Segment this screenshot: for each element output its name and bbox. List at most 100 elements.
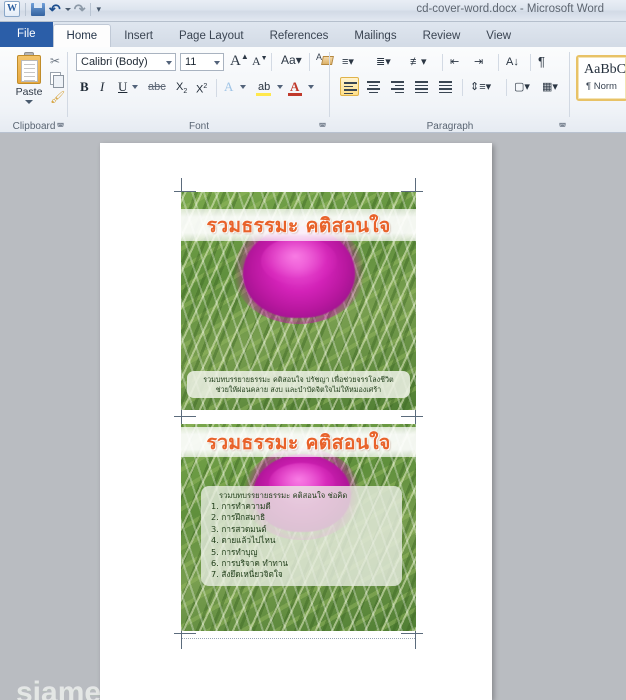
font-size-value: 11 [185,56,197,68]
cover-list-heading: รวมบทบรรยายธรรมะ คติสอนใจ ช่อคิด [219,491,348,500]
undo-dropdown-caret-icon[interactable] [64,7,71,11]
paragraph-group-label: Paragraph [426,121,474,132]
tab-references[interactable]: References [257,25,342,47]
subscript-button[interactable]: X2 [176,77,187,102]
font-name-caret-icon[interactable] [166,61,172,65]
font-color-caret-icon[interactable] [308,85,314,89]
cd-cover-image-bottom[interactable]: รวมธรรมะ คติสอนใจ รวมบทบรรยายธรรมะ คติสอ… [181,424,416,631]
strikethrough-button[interactable]: abc [148,77,166,97]
tab-mailings[interactable]: Mailings [341,25,409,47]
justify-button[interactable] [412,77,431,96]
cover-caption-line-1: รวมบทบรรยายธรรมะ คติสอนใจ ปรัชญา เพื่อช่… [203,375,394,384]
highlight-caret-icon[interactable] [277,85,283,89]
clipboard-dialog-launcher[interactable]: ◚ [56,122,65,131]
paste-button[interactable]: Paste [8,52,50,104]
ribbon: Paste ✂ 🖌 Clipboard ◚ Calibri (Body) 11 … [0,47,626,133]
numbering-button[interactable]: ≣▾ [376,54,391,70]
tab-file[interactable]: File [0,22,53,47]
font-size-caret-icon[interactable] [214,61,220,65]
list-item: 1. การทำความดี [211,501,271,511]
save-icon[interactable] [31,2,46,17]
cover-caption-box-top: รวมบทบรรยายธรรมะ คติสอนใจ ปรัชญา เพื่อช่… [187,371,410,399]
cover-list-box: รวมบทบรรยายธรรมะ คติสอนใจ ช่อคิด 1. การท… [201,486,402,586]
cut-icon[interactable]: ✂ [50,53,68,70]
redo-icon[interactable]: ↷ [74,1,86,17]
italic-button[interactable]: I [100,77,104,97]
undo-icon[interactable]: ↶ [49,1,61,17]
center-button[interactable] [364,77,383,96]
cover-title-band-bottom: รวมธรรมะ คติสอนใจ [181,427,416,457]
align-right-button[interactable] [388,77,407,96]
para-sep-2 [498,54,499,71]
tab-insert[interactable]: Insert [111,25,166,47]
cover-title-top: รวมธรรมะ คติสอนใจ [206,213,391,237]
align-left-button[interactable] [340,77,359,96]
bold-button[interactable]: B [80,77,89,97]
qat-divider [25,2,26,16]
font-sep-3 [216,79,217,97]
document-page[interactable]: รวมธรรมะ คติสอนใจ รวมบทบรรยายธรรมะ คติสอ… [100,143,492,700]
grow-font-button[interactable]: A▲ [230,52,249,70]
shading-button[interactable]: ▢▾ [514,79,530,95]
underline-caret-icon[interactable] [132,85,138,89]
title-bar: W ↶ ↷ ▾ cd-cover-word.docx - Microsoft W… [0,0,626,22]
word-application-window: W ↶ ↷ ▾ cd-cover-word.docx - Microsoft W… [0,0,626,700]
paste-dropdown-caret-icon[interactable] [25,100,33,104]
text-boundary-dotted [182,638,415,639]
sort-button[interactable]: A↓ [506,54,519,70]
font-color-swatch [288,93,302,96]
list-item: 2. การฝึกสมาธิ [211,512,266,523]
ribbon-group-paragraph: ≡▾ ≣▾ ≢▾ ⇤ ⇥ A↓ ¶ ⇕≡▾ ▢▾ ▦▾ Paragraph ◚ [330,47,570,133]
ribbon-tab-strip: File Home Insert Page Layout References … [0,22,626,47]
crop-mark-br-h [401,633,423,634]
style-preview-text: AaBbC [584,62,626,77]
cover-title-bottom: รวมธรรมะ คติสอนใจ [206,430,391,454]
paste-label: Paste [15,86,43,98]
font-name-combobox[interactable]: Calibri (Body) [76,53,176,71]
customize-qat-icon[interactable]: ▾ [96,4,101,15]
para-sep-1 [442,54,443,71]
quick-access-toolbar: W ↶ ↷ ▾ [4,1,101,17]
crop-mark-bl-h [174,633,196,634]
paste-icon [14,52,44,85]
font-name-value: Calibri (Body) [81,56,148,68]
line-spacing-button[interactable]: ⇕≡▾ [470,79,491,95]
underline-button[interactable]: U [118,77,127,97]
cd-cover-image-top[interactable]: รวมธรรมะ คติสอนใจ รวมบทบรรยายธรรมะ คติสอ… [181,192,416,410]
list-item: 4. ตายแล้วไปไหน [211,535,276,546]
change-case-button[interactable]: Aa▾ [281,53,302,67]
multilevel-list-button[interactable]: ≢▾ [410,54,427,70]
para-sep-5 [506,79,507,96]
tab-page-layout[interactable]: Page Layout [166,25,257,47]
shrink-font-button[interactable]: A▼ [252,54,268,69]
borders-button[interactable]: ▦▾ [542,79,558,95]
tab-view[interactable]: View [473,25,524,47]
font-size-combobox[interactable]: 11 [180,53,224,71]
word-logo-icon[interactable]: W [4,1,20,17]
ribbon-group-clipboard: Paste ✂ 🖌 Clipboard ◚ [0,47,68,133]
cover-caption-line-2: ช่วยให้ผ่อนคลาย สงบ และบำบัดจิตใจไม่ให้ห… [215,384,382,394]
document-canvas[interactable]: siameb รวมธรรมะ คติสอนใจ รวมบทบรรยายธรรม… [0,133,626,700]
paragraph-dialog-launcher[interactable]: ◚ [558,122,567,131]
font-group-label: Font [188,121,209,132]
distributed-button[interactable] [436,77,455,96]
increase-indent-button[interactable]: ⇥ [474,54,483,70]
font-sep-1 [271,53,272,71]
bullets-button[interactable]: ≡▾ [342,54,354,70]
ribbon-group-styles: AaBbC ¶ Norm [570,47,626,133]
ribbon-group-font: Calibri (Body) 11 A▲ A▼ Aa▾ A B I U abc … [68,47,334,133]
decrease-indent-button[interactable]: ⇤ [450,54,459,70]
copy-icon[interactable] [50,72,64,88]
superscript-button[interactable]: X2 [196,77,207,100]
style-name-label: ¶ Norm [586,81,617,92]
text-effects-button[interactable]: A [224,77,233,97]
format-painter-icon[interactable]: 🖌 [50,89,68,106]
tab-home[interactable]: Home [52,24,112,47]
font-sep-2 [309,53,310,71]
list-item: 7. สังยึดเหนี่ยวจิตใจ [211,569,283,580]
font-dialog-launcher[interactable]: ◚ [318,122,327,131]
tab-review[interactable]: Review [410,25,474,47]
style-normal-thumbnail[interactable]: AaBbC ¶ Norm [576,55,626,101]
show-formatting-marks-button[interactable]: ¶ [538,54,545,70]
text-effects-caret-icon[interactable] [240,85,246,89]
